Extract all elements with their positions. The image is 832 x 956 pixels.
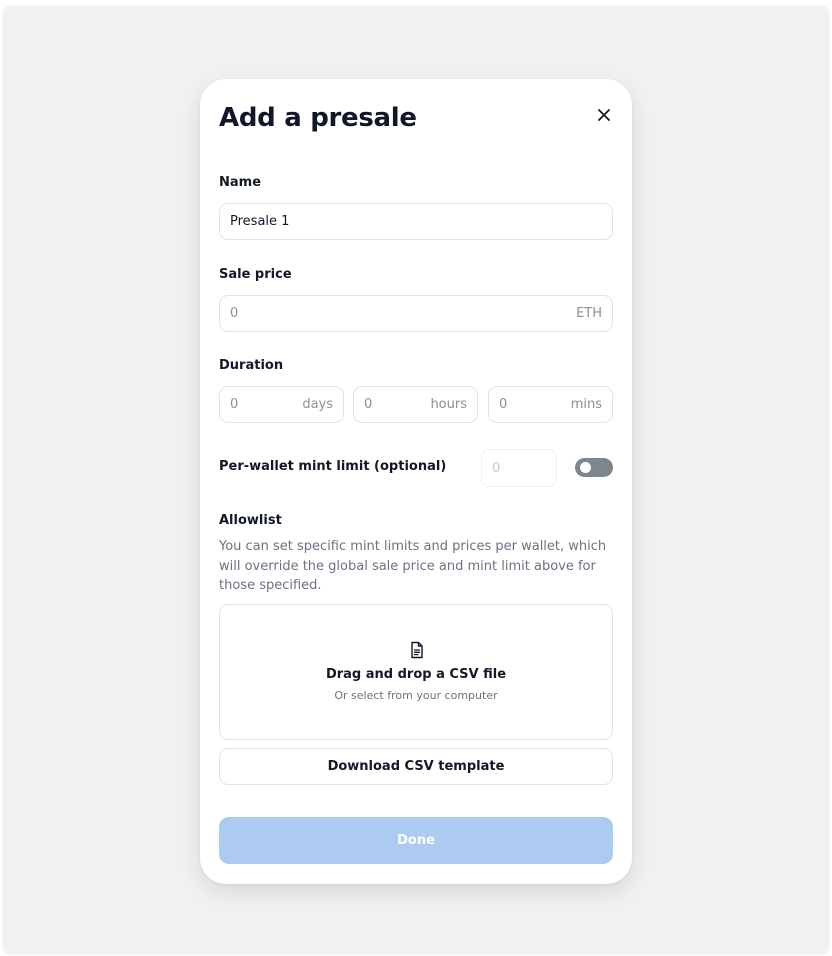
- duration-days-unit: days: [302, 397, 333, 412]
- close-button[interactable]: [594, 105, 614, 125]
- name-input-value: Presale 1: [230, 214, 290, 229]
- csv-dropzone[interactable]: Drag and drop a CSV file Or select from …: [219, 604, 613, 740]
- duration-mins-input[interactable]: 0 mins: [488, 386, 613, 423]
- duration-label: Duration: [219, 358, 284, 373]
- download-csv-template-button[interactable]: Download CSV template: [219, 748, 613, 785]
- duration-days-placeholder: 0: [230, 397, 239, 412]
- duration-mins-placeholder: 0: [499, 397, 508, 412]
- dropzone-subtitle: Or select from your computer: [334, 689, 498, 702]
- dropzone-title: Drag and drop a CSV file: [325, 667, 507, 682]
- mint-limit-label: Per-wallet mint limit (optional): [219, 459, 447, 474]
- sale-price-unit: ETH: [576, 306, 602, 321]
- allowlist-description: You can set specific mint limits and pri…: [219, 539, 607, 593]
- close-icon: [598, 109, 610, 121]
- name-input[interactable]: Presale 1: [219, 203, 613, 240]
- duration-hours-input[interactable]: 0 hours: [353, 386, 478, 423]
- add-presale-modal: Add a presale Name Presale 1 Sale price …: [200, 79, 632, 884]
- sale-price-label: Sale price: [219, 267, 292, 282]
- sale-price-placeholder: 0: [230, 306, 239, 321]
- duration-hours-unit: hours: [430, 397, 467, 412]
- sale-price-input[interactable]: 0 ETH: [219, 295, 613, 332]
- mint-limit-input[interactable]: 0: [481, 449, 557, 487]
- mint-limit-placeholder: 0: [492, 460, 501, 476]
- modal-title: Add a presale: [219, 103, 417, 133]
- allowlist-label: Allowlist: [219, 513, 282, 528]
- duration-mins-unit: mins: [570, 397, 602, 412]
- mint-limit-toggle[interactable]: [575, 458, 613, 477]
- done-button[interactable]: Done: [219, 817, 613, 864]
- toggle-knob: [580, 462, 591, 473]
- duration-days-input[interactable]: 0 days: [219, 386, 344, 423]
- name-label: Name: [219, 175, 262, 190]
- duration-hours-placeholder: 0: [364, 397, 373, 412]
- file-icon: [411, 641, 423, 659]
